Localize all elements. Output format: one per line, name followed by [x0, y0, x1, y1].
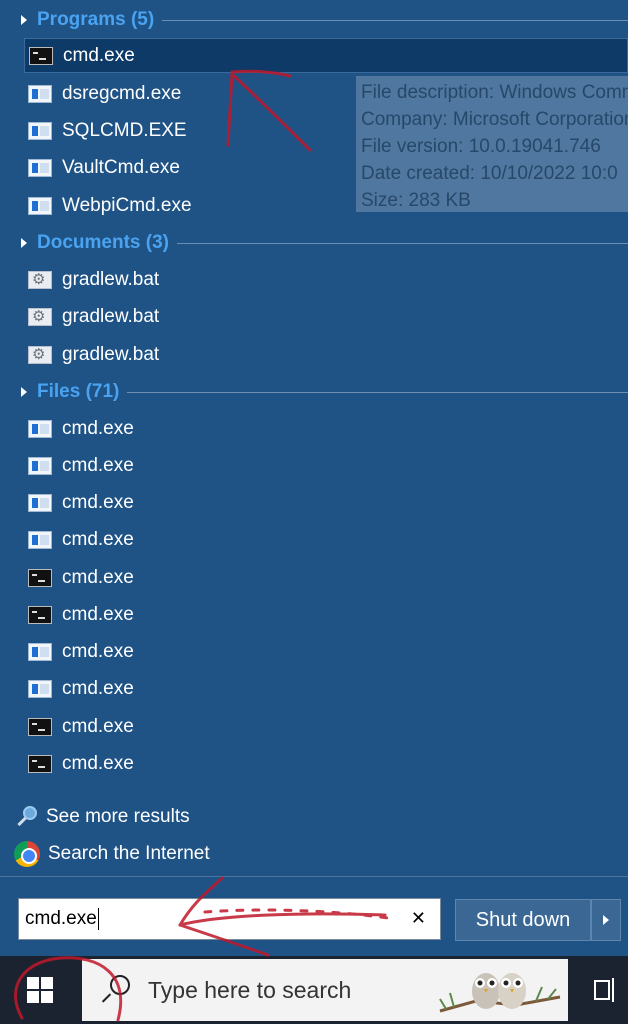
section-title: Programs (5): [37, 9, 155, 30]
item-label: cmd.exe: [62, 528, 134, 550]
clear-icon[interactable]: ✕: [411, 908, 426, 929]
expand-triangle-icon: [21, 387, 27, 397]
tooltip-size: Size: 283 KB: [361, 190, 471, 211]
item-label: cmd.exe: [63, 44, 135, 66]
tooltip-date: Date created: 10/10/2022 10:0: [361, 163, 618, 184]
file-item-cmd[interactable]: cmd.exe: [24, 671, 628, 706]
shut-down-button[interactable]: Shut down: [455, 899, 591, 941]
file-item-cmd[interactable]: cmd.exe: [24, 448, 628, 483]
file-item-cmd[interactable]: cmd.exe: [24, 560, 628, 595]
item-label: VaultCmd.exe: [62, 156, 180, 178]
app-window-icon: [28, 121, 52, 140]
magnifier-icon: [14, 805, 38, 829]
app-window-icon: [28, 84, 52, 103]
item-label: cmd.exe: [62, 715, 134, 737]
item-label: gradlew.bat: [62, 268, 160, 290]
section-divider: [162, 19, 628, 21]
start-menu-search-results: Programs (5) cmd.exe dsregcmd.exe SQLCMD…: [0, 0, 628, 956]
see-more-results-link[interactable]: See more results: [14, 801, 190, 833]
file-item-cmd[interactable]: cmd.exe: [24, 597, 628, 632]
item-label: cmd.exe: [62, 566, 134, 588]
expand-triangle-icon: [21, 15, 27, 25]
cmd-icon: [28, 717, 52, 736]
item-label: cmd.exe: [62, 454, 134, 476]
item-label: SQLCMD.EXE: [62, 119, 187, 141]
section-title: Documents (3): [37, 232, 169, 253]
text-caret: [97, 908, 99, 930]
cmd-icon: [28, 605, 52, 624]
tooltip-company: Company: Microsoft Corporation: [361, 109, 628, 130]
app-window-icon: [28, 530, 52, 549]
file-item-cmd[interactable]: cmd.exe: [24, 746, 628, 781]
tooltip-version: File version: 10.0.19041.746: [361, 136, 601, 157]
item-label: gradlew.bat: [62, 343, 160, 365]
item-label: WebpiCmd.exe: [62, 194, 192, 216]
cmd-icon: [28, 568, 52, 587]
shut-down-options-button[interactable]: [591, 899, 621, 941]
batch-file-icon: [28, 307, 52, 326]
item-label: cmd.exe: [62, 491, 134, 513]
expand-triangle-icon: [21, 238, 27, 248]
taskbar-search-box[interactable]: Type here to search: [82, 959, 568, 1021]
tooltip-description: File description: Windows Command Proces…: [361, 82, 628, 103]
chrome-icon: [14, 841, 40, 867]
search-internet-label: Search the Internet: [48, 843, 210, 864]
app-window-icon: [28, 642, 52, 661]
search-icon: [100, 975, 130, 1005]
app-window-icon: [28, 493, 52, 512]
section-divider: [127, 391, 628, 393]
item-label: cmd.exe: [62, 603, 134, 625]
app-window-icon: [28, 196, 52, 215]
menu-divider: [0, 876, 628, 877]
section-title: Files (71): [37, 381, 120, 402]
item-label: gradlew.bat: [62, 305, 160, 327]
document-item-gradlew[interactable]: gradlew.bat: [24, 337, 628, 372]
file-item-cmd[interactable]: cmd.exe: [24, 634, 628, 669]
section-header-files[interactable]: Files (71): [0, 379, 628, 405]
windows-logo-icon: [27, 977, 53, 1003]
section-divider: [176, 242, 628, 244]
item-label: cmd.exe: [62, 640, 134, 662]
item-label: cmd.exe: [62, 677, 134, 699]
item-label: cmd.exe: [62, 417, 134, 439]
taskbar-search-placeholder: Type here to search: [148, 976, 352, 1003]
section-header-documents[interactable]: Documents (3): [0, 230, 628, 256]
file-item-cmd[interactable]: cmd.exe: [24, 485, 628, 520]
owls-search-highlight-icon: [439, 973, 561, 1013]
item-label: dsregcmd.exe: [62, 82, 182, 104]
document-item-gradlew[interactable]: gradlew.bat: [24, 262, 628, 297]
task-view-icon[interactable]: [590, 976, 620, 1004]
taskbar: Type here to search: [0, 956, 628, 1024]
file-item-cmd[interactable]: cmd.exe: [24, 709, 628, 744]
chevron-right-icon: [603, 915, 609, 925]
search-internet-link[interactable]: Search the Internet: [14, 838, 210, 870]
document-item-gradlew[interactable]: gradlew.bat: [24, 299, 628, 334]
cmd-icon: [28, 754, 52, 773]
shut-down-label: Shut down: [475, 908, 571, 931]
batch-file-icon: [28, 345, 52, 364]
file-info-tooltip: File description: Windows Command Proces…: [356, 76, 628, 212]
program-item-cmd[interactable]: cmd.exe: [24, 38, 628, 73]
app-window-icon: [28, 158, 52, 177]
item-label: cmd.exe: [62, 752, 134, 774]
section-header-programs[interactable]: Programs (5): [0, 7, 628, 33]
file-item-cmd[interactable]: cmd.exe: [24, 411, 628, 446]
batch-file-icon: [28, 270, 52, 289]
file-item-cmd[interactable]: cmd.exe: [24, 522, 628, 557]
app-window-icon: [28, 456, 52, 475]
cmd-icon: [29, 46, 53, 65]
start-search-input[interactable]: cmd.exe ✕: [18, 898, 441, 940]
search-input-value: cmd.exe: [25, 908, 97, 929]
app-window-icon: [28, 419, 52, 438]
see-more-label: See more results: [46, 806, 190, 827]
app-window-icon: [28, 679, 52, 698]
start-button[interactable]: [0, 956, 80, 1024]
